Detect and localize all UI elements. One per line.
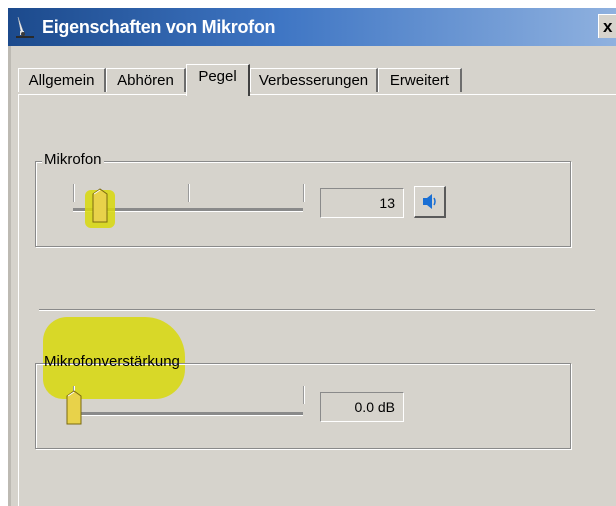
slider-tick — [188, 184, 190, 202]
speaker-icon — [423, 194, 436, 209]
mikrofon-slider-thumb[interactable] — [92, 188, 108, 224]
slider-tick — [303, 386, 305, 404]
verstaerkung-level-field[interactable]: 0.0 dB — [320, 392, 404, 422]
group-separator — [39, 309, 595, 311]
tab-abhoeren[interactable]: Abhören — [106, 68, 186, 92]
close-button[interactable]: x — [598, 14, 616, 38]
mikrofon-label: Mikrofon — [42, 151, 104, 168]
tab-label: Allgemein — [28, 72, 95, 89]
slider-tick — [303, 184, 305, 202]
mikrofonverstaerkung-label: Mikrofonverstärkung — [44, 353, 180, 370]
dialog-window: Eigenschaften von Mikrofon x Allgemein A… — [8, 8, 616, 506]
verstaerkung-slider-thumb[interactable] — [66, 390, 82, 426]
slider-tick — [73, 184, 75, 202]
tab-allgemein[interactable]: Allgemein — [18, 68, 106, 92]
mikrofon-level-value: 13 — [379, 195, 395, 211]
tab-label: Abhören — [117, 72, 174, 89]
mute-toggle-button[interactable] — [414, 186, 446, 218]
tab-label: Erweitert — [389, 72, 450, 89]
microphone-icon — [16, 16, 34, 38]
title-bar[interactable]: Eigenschaften von Mikrofon x — [8, 8, 616, 46]
tab-label: Pegel — [198, 68, 237, 85]
tab-erweitert[interactable]: Erweitert — [378, 68, 462, 92]
verstaerkung-slider-track[interactable] — [73, 412, 303, 416]
window-title: Eigenschaften von Mikrofon — [42, 17, 276, 37]
mikrofon-group: Mikrofon 13 — [35, 151, 571, 247]
verstaerkung-level-value: 0.0 dB — [354, 399, 395, 415]
tab-panel-pegel: Mikrofon 13 Mikrofonverstärkung 0.0 dB — [18, 94, 616, 506]
mikrofonverstaerkung-group: Mikrofonverstärkung 0.0 dB — [35, 353, 571, 449]
window-left-edge — [8, 46, 11, 506]
mikrofon-level-field[interactable]: 13 — [320, 188, 404, 218]
tab-verbesserungen[interactable]: Verbesserungen — [250, 68, 378, 92]
tab-label: Verbesserungen — [258, 72, 369, 89]
tab-pegel[interactable]: Pegel — [186, 64, 250, 96]
close-icon: x — [603, 17, 613, 36]
